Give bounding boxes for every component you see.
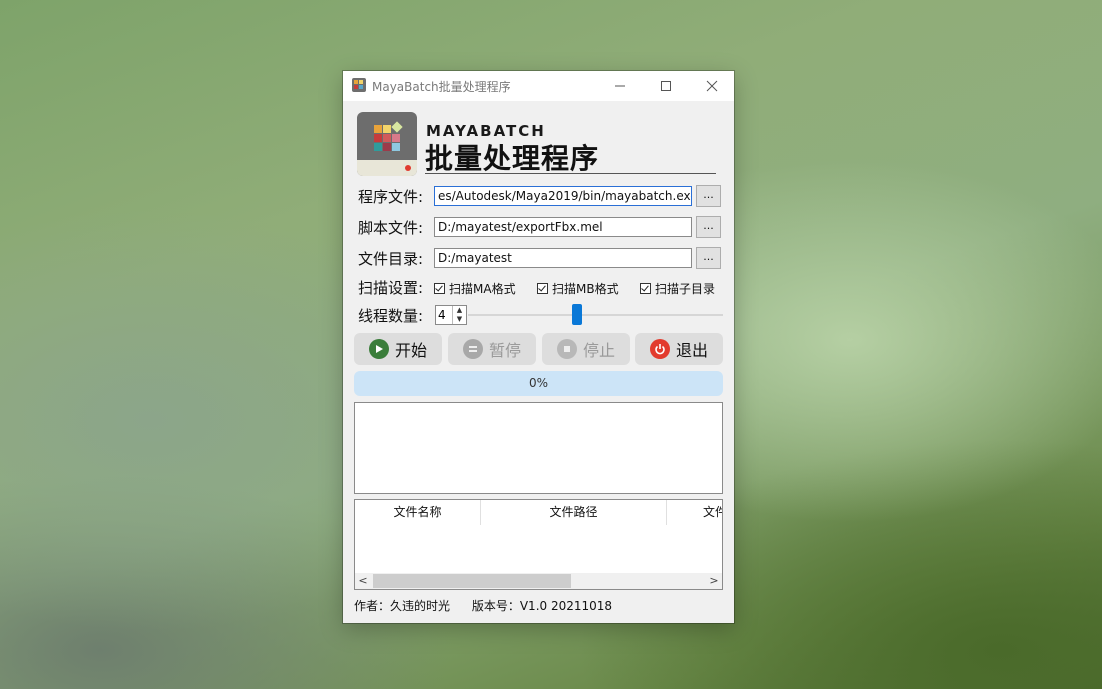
script-file-label: 脚本文件:: [358, 219, 424, 237]
progress-bar: 0%: [354, 371, 723, 396]
maximize-button[interactable]: [643, 71, 689, 101]
program-file-input[interactable]: es/Autodesk/Maya2019/bin/mayabatch.exea: [434, 186, 692, 206]
scroll-right-icon[interactable]: >: [706, 573, 722, 589]
stop-icon: [556, 339, 577, 359]
author-text: 作者：久违的时光: [354, 599, 451, 613]
title-bar[interactable]: MayaBatch批量处理程序: [343, 71, 734, 101]
scan-subdir-checkbox[interactable]: 扫描子目录: [640, 280, 715, 297]
column-header-file-path[interactable]: 文件路径: [481, 500, 667, 525]
checkbox-checked-icon: [434, 283, 445, 294]
close-button[interactable]: [689, 71, 735, 101]
program-file-label: 程序文件:: [358, 188, 424, 206]
minimize-button[interactable]: [597, 71, 643, 101]
divider: [425, 173, 716, 174]
horizontal-scrollbar[interactable]: < >: [355, 573, 722, 589]
scroll-left-icon[interactable]: <: [355, 573, 371, 589]
brand-title-cn: 批量处理程序: [425, 142, 600, 175]
scan-ma-checkbox[interactable]: 扫描MA格式: [434, 280, 516, 297]
log-output-area[interactable]: [354, 402, 723, 494]
stop-label: 停止: [582, 341, 615, 360]
scrollbar-thumb[interactable]: [373, 574, 571, 588]
power-icon: [649, 339, 670, 359]
dir-browse-button[interactable]: ...: [696, 247, 721, 269]
scan-mb-checkbox[interactable]: 扫描MB格式: [537, 280, 619, 297]
script-file-input[interactable]: D:/mayatest/exportFbx.mel: [434, 217, 692, 237]
checkbox-checked-icon: [537, 283, 548, 294]
threads-spinbox[interactable]: 4 ▲ ▼: [435, 305, 467, 325]
stop-button[interactable]: 停止: [542, 333, 630, 365]
program-browse-button[interactable]: ...: [696, 185, 721, 207]
file-table[interactable]: 文件名称 文件路径 文件 < >: [354, 499, 723, 590]
threads-label: 线程数量:: [358, 307, 424, 325]
minimize-icon: [615, 85, 625, 87]
threads-value: 4: [438, 308, 446, 322]
exit-label: 退出: [675, 341, 708, 360]
pause-icon: [462, 339, 483, 359]
file-dir-input[interactable]: D:/mayatest: [434, 248, 692, 268]
scan-ma-label: 扫描MA格式: [449, 282, 516, 296]
pause-button[interactable]: 暂停: [448, 333, 536, 365]
exit-button[interactable]: 退出: [635, 333, 723, 365]
progress-text: 0%: [528, 376, 549, 390]
footer: 作者：久违的时光 版本号：V1.0 20211018: [354, 597, 630, 614]
version-text: 版本号：V1.0 20211018: [471, 599, 613, 613]
start-label: 开始: [394, 341, 427, 360]
threads-slider-track[interactable]: [468, 314, 723, 316]
spin-arrows-icon[interactable]: ▲ ▼: [452, 306, 466, 324]
checkbox-checked-icon: [640, 283, 651, 294]
pause-label: 暂停: [488, 341, 521, 360]
close-icon: [706, 80, 718, 92]
scan-settings-label: 扫描设置:: [358, 279, 424, 297]
start-button[interactable]: 开始: [354, 333, 442, 365]
play-icon: [368, 339, 389, 359]
scan-mb-label: 扫描MB格式: [552, 282, 619, 296]
column-header-file-name[interactable]: 文件名称: [355, 500, 481, 525]
script-browse-button[interactable]: ...: [696, 216, 721, 238]
column-header-file-extra[interactable]: 文件: [667, 500, 722, 525]
maximize-icon: [661, 81, 671, 91]
threads-slider-handle[interactable]: [572, 304, 582, 325]
scan-subdir-label: 扫描子目录: [655, 282, 716, 296]
file-dir-label: 文件目录:: [358, 250, 424, 268]
window-title: MayaBatch批量处理程序: [372, 80, 511, 94]
app-icon: [352, 78, 366, 92]
maya-batch-logo: [357, 112, 417, 176]
app-window: MayaBatch批量处理程序 MAYABATCH 批量处理程序 程序文件: e…: [343, 71, 734, 623]
